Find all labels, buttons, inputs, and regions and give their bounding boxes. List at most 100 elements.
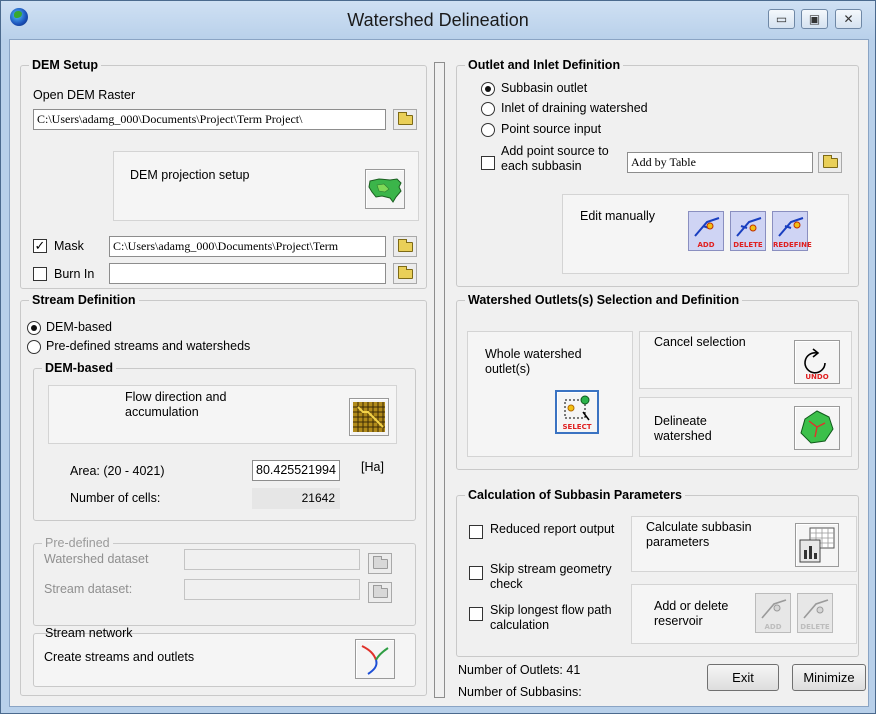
cancel-selection-label: Cancel selection bbox=[654, 335, 746, 349]
inlet-radio[interactable] bbox=[481, 102, 495, 116]
watershed-dataset-label: Watershed dataset bbox=[44, 552, 149, 566]
area-label: Area: (20 - 4021) bbox=[70, 464, 165, 478]
cells-label: Number of cells: bbox=[70, 491, 161, 505]
edit-manually-label: Edit manually bbox=[580, 209, 656, 223]
dem-setup-group: DEM Setup Open DEM Raster C:\Users\adamg… bbox=[20, 58, 427, 289]
area-unit: [Ha] bbox=[361, 460, 384, 474]
add-by-table-folder-button[interactable] bbox=[818, 152, 842, 173]
title-bar[interactable]: Watershed Delineation ▭ ▣ ✕ bbox=[1, 1, 875, 39]
watershed-delineation-window: Watershed Delineation ▭ ▣ ✕ DEM Setup Op… bbox=[0, 0, 876, 714]
close-window-button[interactable]: ✕ bbox=[835, 9, 862, 29]
table-chart-icon bbox=[799, 527, 835, 563]
burnin-folder-button[interactable] bbox=[393, 263, 417, 284]
mask-path-field[interactable]: C:\Users\adamg_000\Documents\Project\Ter… bbox=[109, 236, 386, 257]
dem-path-field[interactable]: C:\Users\adamg_000\Documents\Project\Ter… bbox=[33, 109, 386, 130]
grid-icon bbox=[353, 402, 385, 432]
delineate-watershed-button[interactable] bbox=[794, 406, 840, 450]
watershed-icon bbox=[800, 410, 834, 444]
exit-button[interactable]: Exit bbox=[707, 664, 779, 691]
point-source-radio[interactable] bbox=[481, 123, 495, 137]
delete-outlet-tool[interactable]: DELETE bbox=[730, 211, 766, 251]
cancel-selection-panel: Cancel selection UNDO bbox=[639, 331, 852, 389]
folder-icon bbox=[398, 266, 413, 279]
dem-projection-button[interactable] bbox=[365, 169, 405, 209]
add-reservoir-icon bbox=[761, 599, 787, 619]
add-reservoir-caption: ADD bbox=[764, 623, 782, 631]
stream-definition-title: Stream Definition bbox=[29, 293, 139, 307]
stream-definition-group: Stream Definition DEM-based Pre-defined … bbox=[20, 293, 427, 696]
subbasin-outlet-radio[interactable] bbox=[481, 82, 495, 96]
stream-network-icon bbox=[361, 645, 389, 675]
undo-tool-caption: UNDO bbox=[805, 373, 828, 381]
mask-label: Mask bbox=[54, 239, 84, 253]
mask-folder-button[interactable] bbox=[393, 236, 417, 257]
add-tool-caption: ADD bbox=[697, 241, 715, 249]
undo-icon: UNDO bbox=[804, 348, 829, 381]
add-point-source-checkbox[interactable] bbox=[481, 156, 495, 170]
folder-icon bbox=[398, 112, 413, 125]
skip-geometry-checkbox[interactable] bbox=[469, 566, 483, 580]
create-streams-button[interactable] bbox=[355, 639, 395, 679]
flow-direction-panel: Flow direction and accumulation bbox=[48, 385, 397, 444]
calculate-params-button[interactable] bbox=[795, 523, 839, 567]
edit-manually-panel: Edit manually ADD DELETE REDEFINE bbox=[562, 194, 849, 274]
stream-dataset-folder-button bbox=[368, 582, 392, 603]
add-outlet-tool[interactable]: ADD bbox=[688, 211, 724, 251]
redefine-tool-caption: REDEFINE bbox=[773, 241, 812, 249]
folder-icon bbox=[373, 585, 388, 598]
folder-icon bbox=[823, 155, 838, 168]
flow-direction-label: Flow direction and accumulation bbox=[125, 390, 227, 419]
redefine-outlet-tool[interactable]: REDEFINE bbox=[772, 211, 812, 251]
dem-setup-title: DEM Setup bbox=[29, 58, 101, 72]
mask-checkbox[interactable]: ✓ bbox=[33, 239, 47, 253]
cells-value: 21642 bbox=[252, 488, 340, 509]
pre-defined-subgroup-title: Pre-defined bbox=[42, 536, 113, 550]
maximize-window-button[interactable]: ▣ bbox=[801, 9, 828, 29]
open-dem-folder-button[interactable] bbox=[393, 109, 417, 130]
usa-map-icon bbox=[368, 178, 402, 203]
skip-flowpath-checkbox[interactable] bbox=[469, 607, 483, 621]
watershed-dataset-field bbox=[184, 549, 360, 570]
skip-geometry-label: Skip stream geometry check bbox=[490, 562, 612, 591]
stream-dataset-label: Stream dataset: bbox=[44, 582, 133, 596]
burnin-label: Burn In bbox=[54, 267, 95, 281]
subbasin-outlet-label: Subbasin outlet bbox=[501, 81, 588, 95]
select-cursor-icon: SELECT bbox=[563, 395, 592, 431]
open-dem-label: Open DEM Raster bbox=[33, 88, 136, 102]
create-streams-label: Create streams and outlets bbox=[44, 650, 195, 664]
calculate-params-label: Calculate subbasin parameters bbox=[646, 520, 752, 549]
outlet-inlet-group: Outlet and Inlet Definition Subbasin out… bbox=[456, 58, 859, 287]
reduced-report-label: Reduced report output bbox=[490, 522, 615, 536]
delete-tool-caption: DELETE bbox=[733, 241, 763, 249]
watershed-dataset-folder-button bbox=[368, 553, 392, 574]
delete-reservoir-caption: DELETE bbox=[800, 623, 830, 631]
whole-watershed-label: Whole watershed outlet(s) bbox=[485, 347, 582, 376]
calculate-params-panel: Calculate subbasin parameters bbox=[631, 516, 857, 572]
select-tool-caption: SELECT bbox=[563, 423, 592, 431]
inlet-label: Inlet of draining watershed bbox=[501, 101, 648, 115]
reduced-report-checkbox[interactable] bbox=[469, 525, 483, 539]
predefined-radio[interactable] bbox=[27, 340, 41, 354]
dem-based-subgroup-title: DEM-based bbox=[42, 361, 117, 375]
outlet-inlet-title: Outlet and Inlet Definition bbox=[465, 58, 624, 72]
delineate-label: Delineate watershed bbox=[654, 414, 712, 443]
dem-based-radio[interactable] bbox=[27, 321, 41, 335]
pane-divider[interactable] bbox=[434, 62, 445, 698]
select-outlet-button[interactable]: SELECT bbox=[555, 390, 599, 434]
reservoir-panel: Add or delete reservoir ADD DELETE bbox=[631, 584, 857, 644]
stream-dataset-field bbox=[184, 579, 360, 600]
burnin-checkbox[interactable] bbox=[33, 267, 47, 281]
subbasin-params-title: Calculation of Subbasin Parameters bbox=[465, 488, 685, 502]
window-title: Watershed Delineation bbox=[347, 10, 529, 30]
area-input[interactable]: 80.425521994 bbox=[252, 460, 340, 481]
whole-watershed-panel: Whole watershed outlet(s) SELECT bbox=[467, 331, 633, 457]
undo-selection-button[interactable]: UNDO bbox=[794, 340, 840, 384]
subbasin-params-group: Calculation of Subbasin Parameters Reduc… bbox=[456, 488, 859, 657]
flow-direction-button[interactable] bbox=[349, 398, 389, 436]
folder-icon bbox=[373, 556, 388, 569]
burnin-path-field[interactable] bbox=[109, 263, 386, 284]
minimize-button[interactable]: Minimize bbox=[792, 664, 866, 691]
minimize-window-button[interactable]: ▭ bbox=[768, 9, 795, 29]
add-by-table-field[interactable]: Add by Table bbox=[627, 152, 813, 173]
add-reservoir-tool: ADD bbox=[755, 593, 791, 633]
